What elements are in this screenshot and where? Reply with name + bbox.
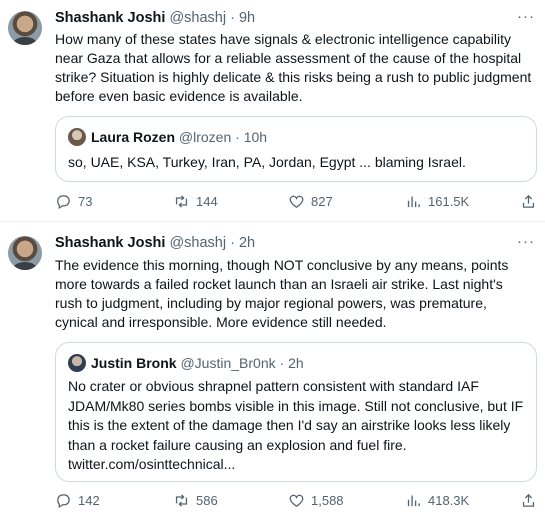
share-button[interactable] <box>520 193 537 210</box>
reply-button[interactable]: 142 <box>55 492 100 509</box>
timestamp[interactable]: 2h <box>239 235 255 251</box>
like-count: 1,588 <box>311 493 344 508</box>
like-button[interactable]: 1,588 <box>288 492 344 509</box>
author-handle[interactable]: @shashj <box>169 10 226 26</box>
action-bar: 142 586 1,588 418.3K <box>55 492 543 512</box>
views-button[interactable]: 161.5K <box>405 193 469 210</box>
quote-text: so, UAE, KSA, Turkey, Iran, PA, Jordan, … <box>68 154 466 170</box>
like-count: 827 <box>311 194 333 209</box>
quote-author-handle: @lrozen <box>178 129 232 145</box>
retweet-button[interactable]: 586 <box>173 492 218 509</box>
quote-timestamp: 2h <box>288 355 304 371</box>
retweet-count: 144 <box>196 194 218 209</box>
quote-header: Laura Rozen @lrozen · 10h <box>68 128 267 146</box>
more-icon[interactable]: ··· <box>517 8 535 25</box>
retweet-icon <box>175 195 188 208</box>
reply-count: 73 <box>78 194 93 209</box>
views-count: 161.5K <box>428 194 470 209</box>
like-icon <box>289 494 304 507</box>
quote-author-name: Laura Rozen <box>91 129 176 145</box>
quote-text: No crater or obvious shrapnel pattern co… <box>68 378 524 472</box>
avatar[interactable] <box>8 11 42 45</box>
action-bar: 73 144 827 161.5K <box>55 193 543 213</box>
retweet-button[interactable]: 144 <box>173 193 218 210</box>
quote-avatar[interactable] <box>68 128 86 146</box>
views-button[interactable]: 418.3K <box>405 492 469 509</box>
author-handle[interactable]: @shashj <box>169 235 226 251</box>
like-button[interactable]: 827 <box>288 193 333 210</box>
author-name[interactable]: Shashank Joshi <box>55 10 165 26</box>
quote-author-name: Justin Bronk <box>91 355 177 371</box>
share-icon <box>522 493 535 507</box>
quoted-tweet[interactable]: Laura Rozen @lrozen · 10h so, UAE, KSA, … <box>55 116 537 182</box>
quoted-tweet[interactable]: Justin Bronk @Justin_Br0nk · 2h No crate… <box>55 342 537 482</box>
tweet-header: Shashank Joshi @shashj · 9h <box>55 10 255 26</box>
separator: · <box>230 235 235 251</box>
separator: · <box>235 129 240 145</box>
share-button[interactable] <box>520 492 537 509</box>
quote-avatar[interactable] <box>68 354 86 372</box>
tweet-text: How many of these states have signals & … <box>55 31 532 104</box>
reply-count: 142 <box>78 493 100 508</box>
separator: · <box>230 10 235 26</box>
divider <box>0 221 545 222</box>
avatar[interactable] <box>8 236 42 270</box>
reply-icon <box>57 494 70 509</box>
tweet-header: Shashank Joshi @shashj · 2h <box>55 235 255 251</box>
quote-header: Justin Bronk @Justin_Br0nk · 2h <box>68 354 304 372</box>
timestamp[interactable]: 9h <box>239 10 255 26</box>
tweet[interactable]: Shashank Joshi @shashj · 2h ··· The evid… <box>0 228 545 517</box>
reply-icon <box>57 195 70 210</box>
separator: · <box>279 355 285 371</box>
author-name[interactable]: Shashank Joshi <box>55 235 165 251</box>
reply-button[interactable]: 73 <box>55 193 92 210</box>
views-icon <box>407 196 420 208</box>
retweet-icon <box>175 494 188 507</box>
quote-timestamp: 10h <box>243 129 268 145</box>
more-icon[interactable]: ··· <box>517 233 535 250</box>
like-icon <box>289 195 304 208</box>
retweet-count: 586 <box>196 493 218 508</box>
tweet[interactable]: Shashank Joshi @shashj · 9h ··· How many… <box>0 0 545 218</box>
views-icon <box>407 495 420 507</box>
tweet-text: The evidence this morning, though NOT co… <box>55 257 509 330</box>
share-icon <box>522 194 535 208</box>
views-count: 418.3K <box>428 493 470 508</box>
quote-author-handle: @Justin_Br0nk <box>180 355 276 371</box>
